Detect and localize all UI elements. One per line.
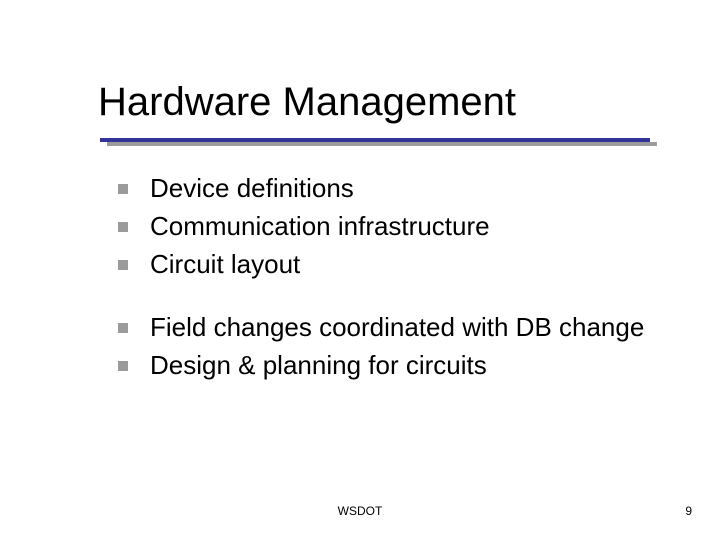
list-item: Communication infrastructure [118, 210, 658, 244]
page-number: 9 [685, 504, 692, 518]
list-item-text: Circuit layout [150, 248, 300, 282]
slide-body: Device definitions Communication infrast… [118, 172, 658, 413]
square-bullet-icon [118, 222, 128, 232]
bullet-group: Device definitions Communication infrast… [118, 172, 658, 281]
square-bullet-icon [118, 184, 128, 194]
list-item-text: Design & planning for circuits [150, 349, 487, 383]
list-item: Circuit layout [118, 248, 658, 282]
title-underline [100, 138, 650, 142]
square-bullet-icon [118, 361, 128, 371]
list-item-text: Field changes coordinated with DB change [150, 311, 644, 345]
square-bullet-icon [118, 323, 128, 333]
title-underline-shadow [107, 142, 657, 146]
footer-center-text: WSDOT [0, 504, 720, 518]
slide: Hardware Management Device definitions C… [0, 0, 720, 540]
slide-title: Hardware Management [98, 80, 516, 125]
list-item: Field changes coordinated with DB change [118, 311, 658, 345]
list-item: Design & planning for circuits [118, 349, 658, 383]
bullet-group: Field changes coordinated with DB change… [118, 311, 658, 383]
square-bullet-icon [118, 260, 128, 270]
list-item-text: Communication infrastructure [150, 210, 490, 244]
list-item: Device definitions [118, 172, 658, 206]
list-item-text: Device definitions [150, 172, 354, 206]
